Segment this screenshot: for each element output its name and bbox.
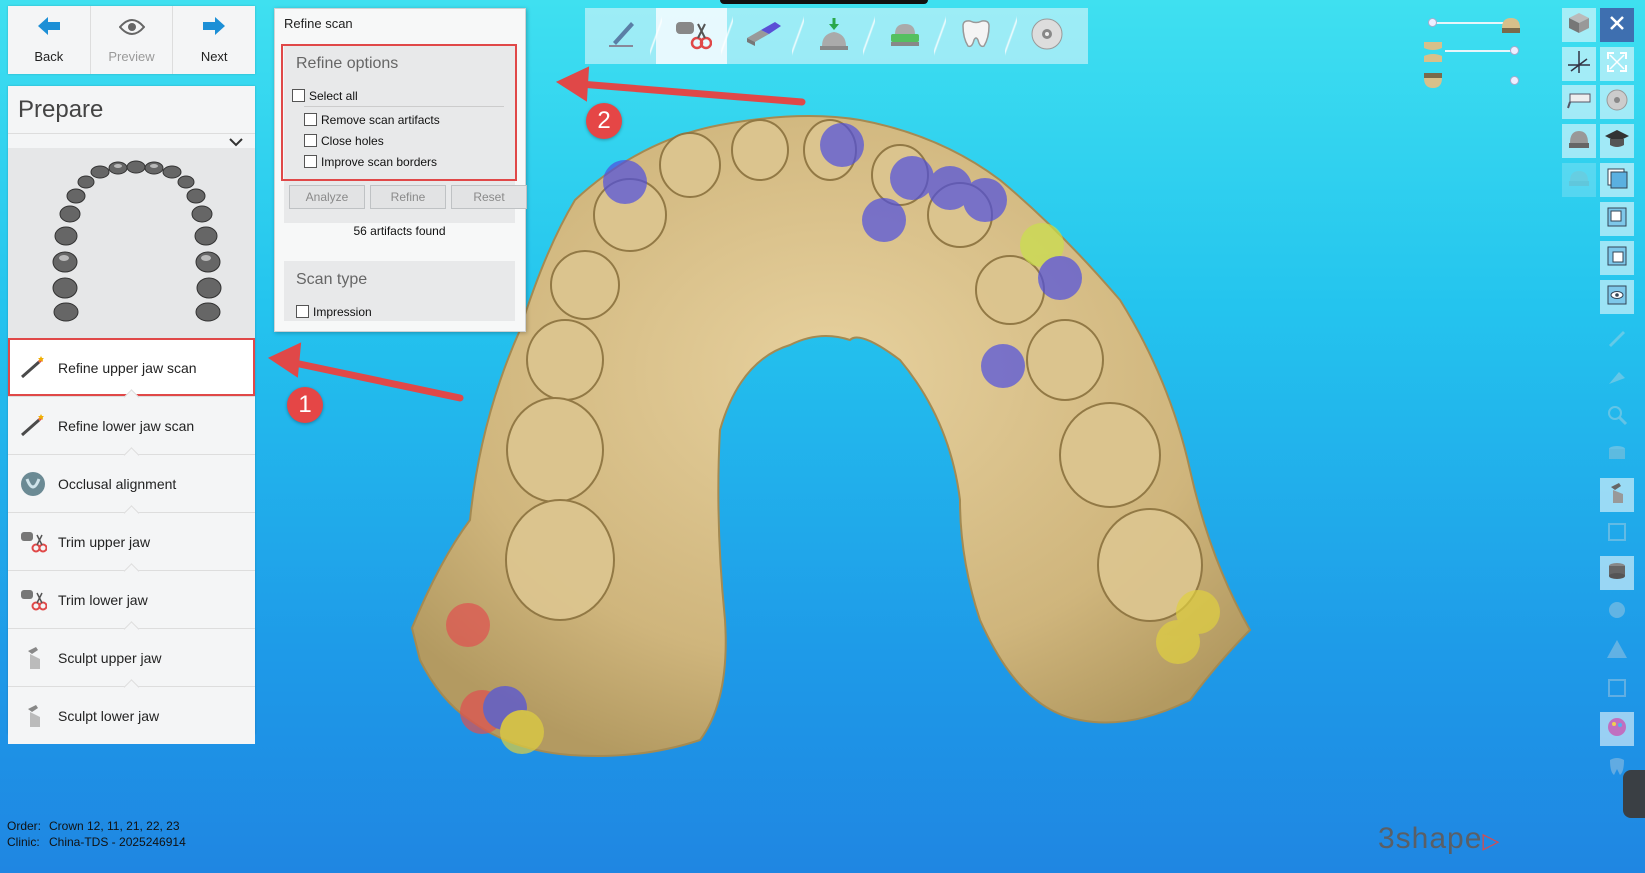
axis-button[interactable] [1562,47,1596,81]
measure-button[interactable] [1562,85,1596,119]
fullscreen-button[interactable] [1600,47,1634,81]
view-eye-button[interactable] [1600,280,1634,314]
abutment-tool-button[interactable] [1600,556,1634,590]
frame-icon [1605,520,1629,549]
die-icon [816,16,852,57]
slider-knob[interactable] [1428,18,1437,27]
sculpt-icon [1605,481,1629,510]
ruler-icon [1566,90,1592,115]
face-icon [1605,598,1629,627]
disc-icon [1029,16,1065,57]
3shape-logo: 3shape▷ [1378,822,1500,856]
tool-button-disabled[interactable] [1600,634,1634,668]
cylinder-icon [1605,442,1629,471]
clinic-value: China-TDS - 2025246914 [49,835,186,849]
cube-icon [1567,11,1591,40]
clinic-key: Clinic: [7,835,40,849]
tool-button-disabled[interactable] [1600,517,1634,551]
transparency-button[interactable] [1562,163,1596,197]
disc-icon [1605,88,1629,117]
view-side-icon [1605,244,1629,273]
base-tool-button[interactable] [863,8,940,64]
view-side-button[interactable] [1600,241,1634,275]
eye-view-icon [1605,283,1629,312]
close-icon [1608,14,1626,37]
bite-icon [1422,40,1444,69]
crown-tool-button[interactable] [934,8,1011,64]
disc-tool-button[interactable] [1005,8,1082,64]
tool-button-disabled[interactable] [1600,361,1634,395]
refine-button[interactable]: Refine [370,185,446,209]
view-top-button[interactable] [1600,202,1634,236]
base-icon [887,16,923,57]
model-tool-icon [743,16,783,57]
reset-button[interactable]: Reset [451,185,527,209]
view-cube-button[interactable] [1562,8,1596,42]
jaw-scan-3d-view[interactable] [0,0,1645,873]
jaw-model-icon [1566,127,1592,156]
expand-icon [1606,51,1628,78]
tool-button-disabled[interactable] [1600,595,1634,629]
annotation-badge-1: 1 [287,387,323,423]
bite-slider[interactable] [1445,50,1515,52]
scan-type-group: Scan type Impression [284,261,515,321]
view-front-button[interactable] [1600,163,1634,197]
disc-view-button[interactable] [1600,85,1634,119]
tool-button-disabled[interactable] [1600,322,1634,356]
lower-jaw-icon [1422,72,1444,97]
window-notch [720,0,928,4]
analyze-button[interactable]: Analyze [289,185,365,209]
close-view-button[interactable] [1600,8,1634,42]
dialog-title: Refine scan [284,16,353,31]
die-tool-button[interactable] [792,8,869,64]
annotation-highlight-2 [281,44,517,181]
model-tool-button[interactable] [721,8,798,64]
annotation-badge-2: 2 [586,103,622,139]
magnifier-icon [1605,403,1629,432]
sculpt-tool-icon [1605,325,1629,354]
graduation-cap-icon [1604,128,1630,155]
side-panel-tab[interactable] [1623,770,1645,818]
palette-icon [1605,715,1629,744]
artifacts-status: 56 artifacts found [353,224,446,238]
crown-icon [958,16,994,57]
scissors-tool-icon [672,16,712,57]
upper-jaw-slider[interactable] [1430,22,1510,24]
tool-button-disabled[interactable] [1600,439,1634,473]
view-front-icon [1605,166,1629,195]
slider-knob[interactable] [1510,76,1519,85]
impression-label: Impression [313,304,372,319]
upper-jaw-icon [1500,14,1522,39]
logo-triangle-icon: ▷ [1482,828,1501,853]
checkbox-box[interactable] [296,305,309,318]
tool-button-disabled[interactable] [1600,673,1634,707]
main-toolbar [585,8,1088,64]
tutorial-button[interactable] [1600,124,1634,158]
trim-tool-button[interactable] [650,8,727,64]
pen-tool-button[interactable] [585,8,656,64]
pen-icon [603,16,639,57]
transparent-model-icon [1566,167,1592,194]
logo-text: 3shape [1378,822,1483,855]
tool-button-disabled[interactable] [1600,400,1634,434]
refine-scan-dialog: Refine scan Refine options Select all Re… [274,8,527,332]
view-top-icon [1605,205,1629,234]
texture-tool-button[interactable] [1600,712,1634,746]
warning-icon [1605,637,1629,666]
refine-buttons: Analyze Refine Reset [289,185,527,209]
sculpt-tool-button[interactable] [1600,478,1634,512]
order-key: Order: [7,819,42,833]
model-view-button[interactable] [1562,124,1596,158]
scan-type-heading: Scan type [296,271,368,288]
slider-knob[interactable] [1510,46,1519,55]
wax-tool-icon [1605,364,1629,393]
axis-icon [1566,49,1592,80]
order-value: Crown 12, 11, 21, 22, 23 [49,819,180,833]
order-info: Order: Crown 12, 11, 21, 22, 23 Clinic: Ch… [7,818,186,850]
abutment-icon [1605,559,1629,588]
impression-checkbox[interactable]: Impression [284,301,515,322]
square-icon [1605,676,1629,705]
